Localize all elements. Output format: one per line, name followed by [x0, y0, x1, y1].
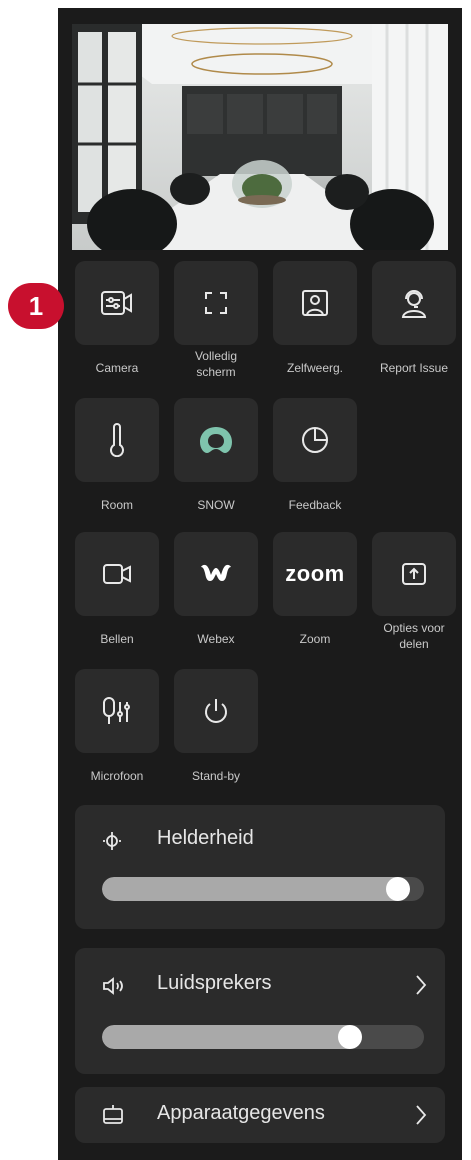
feedback-button[interactable] [273, 398, 357, 482]
call-label: Bellen [100, 632, 134, 646]
camera-button[interactable] [75, 261, 159, 345]
zoom-button[interactable]: zoom [273, 532, 357, 616]
brightness-slider-thumb[interactable] [386, 877, 410, 901]
camera-label: Camera [95, 361, 139, 375]
control-panel: Camera Volledig scherm Zelfweerg. Report… [58, 8, 462, 1160]
share-options-label: Opties voor delen [383, 621, 445, 651]
device-info-title: Apparaatgegevens [157, 1102, 325, 1124]
microphone-label: Microfoon [90, 769, 144, 783]
video-call-icon [103, 564, 131, 584]
speakers-card[interactable]: Luidsprekers [75, 948, 445, 1074]
camera-preview [72, 24, 448, 250]
headset-icon [401, 290, 427, 318]
speakers-volume-slider[interactable] [102, 1025, 424, 1049]
room-label: Room [100, 498, 133, 512]
chevron-right-icon [416, 975, 427, 995]
selfview-icon [302, 290, 328, 316]
webex-logo-icon [201, 564, 231, 581]
selfview-label: Zelfweerg. [286, 361, 344, 375]
power-icon [205, 699, 227, 723]
webex-button[interactable] [174, 532, 258, 616]
call-button[interactable] [75, 532, 159, 616]
pie-chart-icon [302, 427, 328, 453]
brightness-card: Helderheid [75, 805, 445, 929]
report-issue-button[interactable] [372, 261, 456, 345]
report-issue-label: Report Issue [379, 361, 449, 375]
zoom-logo-icon: zoom [285, 561, 345, 586]
standby-label: Stand-by [191, 769, 241, 783]
speakers-slider-thumb[interactable] [338, 1025, 362, 1049]
share-icon [402, 563, 426, 585]
zoom-label: Zoom [299, 632, 331, 646]
snow-label: SNOW [197, 498, 235, 512]
brightness-slider[interactable] [102, 877, 424, 901]
device-info-card[interactable]: Apparaatgegevens [75, 1087, 445, 1143]
room-image [72, 24, 448, 250]
thermometer-icon [110, 423, 124, 457]
chevron-right-icon [416, 1105, 427, 1125]
share-options-button[interactable] [372, 532, 456, 616]
webex-label: Webex [197, 632, 235, 646]
fullscreen-button[interactable] [174, 261, 258, 345]
brightness-title: Helderheid [157, 827, 254, 849]
fullscreen-label: Volledig scherm [194, 349, 238, 379]
microphone-button[interactable] [75, 669, 159, 753]
brightness-slider-fill [102, 877, 398, 901]
selfview-button[interactable] [273, 261, 357, 345]
speakers-slider-fill [102, 1025, 350, 1049]
step-badge: 1 [8, 283, 64, 329]
standby-button[interactable] [174, 669, 258, 753]
microphone-settings-icon [103, 697, 130, 724]
fullscreen-icon [205, 292, 227, 314]
speakers-title: Luidsprekers [157, 972, 272, 994]
speaker-icon [103, 977, 123, 995]
snow-logo-icon [200, 427, 232, 453]
brightness-icon [103, 832, 121, 850]
device-icon [103, 1105, 123, 1124]
feedback-label: Feedback [288, 498, 342, 512]
snow-button[interactable] [174, 398, 258, 482]
room-button[interactable] [75, 398, 159, 482]
camera-settings-icon [101, 291, 132, 315]
